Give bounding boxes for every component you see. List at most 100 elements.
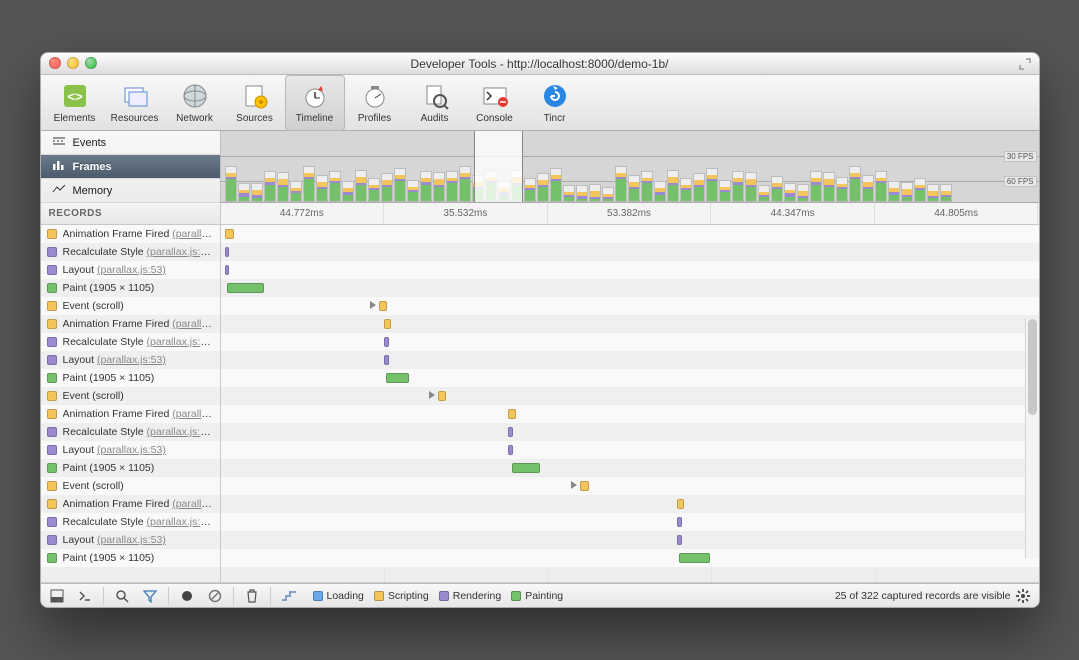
- toolbar-resources-button[interactable]: Resources: [105, 75, 165, 131]
- record-bar[interactable]: [677, 499, 684, 509]
- sidetab-memory[interactable]: Memory: [41, 179, 220, 203]
- clear-button[interactable]: [205, 586, 225, 606]
- record-row[interactable]: Layout (parallax.js:53): [41, 441, 220, 459]
- record-bar[interactable]: [384, 355, 389, 365]
- scrollbar-thumb[interactable]: [1028, 319, 1037, 415]
- show-console-button[interactable]: [75, 586, 95, 606]
- record-name: Paint (1905 × 1105): [63, 552, 155, 564]
- dock-toggle-button[interactable]: [47, 586, 67, 606]
- record-bar[interactable]: [512, 463, 541, 473]
- record-category-swatch: [47, 463, 57, 473]
- record-row[interactable]: Animation Frame Fired (parallax…: [41, 315, 220, 333]
- record-bar[interactable]: [386, 373, 409, 383]
- zoom-icon[interactable]: [85, 57, 97, 69]
- overview-bar: [771, 176, 783, 202]
- legend-loading-label: Loading: [327, 590, 364, 602]
- overview-bar: [238, 183, 250, 202]
- record-row[interactable]: Recalculate Style (parallax.js:53): [41, 423, 220, 441]
- overview-selection[interactable]: [474, 131, 523, 202]
- record-bar[interactable]: [677, 535, 682, 545]
- record-gantt-row: [221, 261, 1039, 279]
- toolbar-profiles-button[interactable]: Profiles: [345, 75, 405, 131]
- record-bar[interactable]: [580, 481, 588, 491]
- fullscreen-icon[interactable]: [1019, 58, 1031, 70]
- resources-icon: [120, 81, 150, 111]
- sidetab-events[interactable]: Events: [41, 131, 220, 155]
- vertical-scrollbar[interactable]: [1025, 319, 1039, 558]
- record-row[interactable]: Layout (parallax.js:53): [41, 261, 220, 279]
- toolbar-console-button[interactable]: Console: [465, 75, 525, 131]
- toolbar-timeline-button[interactable]: Timeline: [285, 75, 345, 131]
- record-bar[interactable]: [508, 427, 513, 437]
- record-bar[interactable]: [677, 517, 682, 527]
- overview-bar: [693, 173, 705, 202]
- garbage-collect-button[interactable]: [242, 586, 262, 606]
- record-name: Layout (parallax.js:53): [63, 534, 166, 546]
- record-row[interactable]: Recalculate Style (parallax.js:53): [41, 333, 220, 351]
- record-gantt-row: [221, 369, 1039, 387]
- toolbar-elements-button[interactable]: <>Elements: [45, 75, 105, 131]
- overview-bar: [524, 178, 536, 202]
- record-bar[interactable]: [508, 445, 513, 455]
- record-name: Event (scroll): [63, 480, 124, 492]
- toolbar-tincr-button[interactable]: Tincr: [525, 75, 585, 131]
- record-name: Paint (1905 × 1105): [63, 462, 155, 474]
- record-row[interactable]: Animation Frame Fired (parallax…: [41, 225, 220, 243]
- toolbar-sources-button[interactable]: Sources: [225, 75, 285, 131]
- record-name: Recalculate Style (parallax.js:53): [63, 426, 214, 438]
- record-row[interactable]: Paint (1905 × 1105): [41, 279, 220, 297]
- overview-bar: [862, 175, 874, 202]
- disclosure-icon[interactable]: [368, 300, 378, 310]
- record-row[interactable]: Layout (parallax.js:53): [41, 531, 220, 549]
- record-row[interactable]: Paint (1905 × 1105): [41, 369, 220, 387]
- record-row[interactable]: Event (scroll): [41, 297, 220, 315]
- overview-bar: [680, 178, 692, 202]
- traffic-lights: [49, 57, 97, 69]
- record-gantt-row: [221, 297, 1039, 315]
- disclosure-icon[interactable]: [569, 480, 579, 490]
- record-row[interactable]: Event (scroll): [41, 477, 220, 495]
- toolbar-audits-button[interactable]: Audits: [405, 75, 465, 131]
- search-icon[interactable]: [112, 586, 132, 606]
- overview-bar: [901, 182, 913, 202]
- record-bar[interactable]: [384, 337, 389, 347]
- record-bar[interactable]: [227, 283, 264, 293]
- record-bar[interactable]: [508, 409, 515, 419]
- audits-icon: [420, 81, 450, 111]
- record-row[interactable]: Animation Frame Fired (parallax…: [41, 405, 220, 423]
- minimize-icon[interactable]: [67, 57, 79, 69]
- record-row[interactable]: Layout (parallax.js:53): [41, 351, 220, 369]
- overview-bar: [264, 171, 276, 202]
- time-column: 44.772ms: [221, 203, 385, 224]
- sidetab-frames[interactable]: Frames: [41, 155, 220, 179]
- record-row[interactable]: Paint (1905 × 1105): [41, 549, 220, 567]
- gear-icon[interactable]: [1013, 586, 1033, 606]
- record-bar[interactable]: [438, 391, 446, 401]
- overview-canvas[interactable]: 30 FPS 60 FPS: [221, 131, 1039, 202]
- close-icon[interactable]: [49, 57, 61, 69]
- record-bar[interactable]: [379, 301, 387, 311]
- records-list[interactable]: Animation Frame Fired (parallax…Recalcul…: [41, 225, 221, 582]
- console-icon: [480, 81, 510, 111]
- record-row[interactable]: Animation Frame Fired (parallax…: [41, 495, 220, 513]
- glue-button[interactable]: [279, 586, 299, 606]
- disclosure-icon[interactable]: [427, 390, 437, 400]
- record-name: Layout (parallax.js:53): [63, 444, 166, 456]
- record-bar[interactable]: [225, 265, 230, 275]
- record-row[interactable]: Paint (1905 × 1105): [41, 459, 220, 477]
- record-bar[interactable]: [679, 553, 710, 563]
- record-bar[interactable]: [384, 319, 391, 329]
- record-bar[interactable]: [225, 229, 235, 239]
- toolbar-network-button[interactable]: Network: [165, 75, 225, 131]
- record-row[interactable]: Event (scroll): [41, 387, 220, 405]
- overview-bar: [940, 184, 952, 202]
- time-column: 44.805ms: [875, 203, 1039, 224]
- record-row[interactable]: Recalculate Style (parallax.js:53): [41, 243, 220, 261]
- legend-scripting-label: Scripting: [388, 590, 429, 602]
- record-button[interactable]: [177, 586, 197, 606]
- record-bar[interactable]: [225, 247, 230, 257]
- filter-icon[interactable]: [140, 586, 160, 606]
- records-gantt[interactable]: [221, 225, 1039, 582]
- record-row[interactable]: Recalculate Style (parallax.js:53): [41, 513, 220, 531]
- timeline-icon: [300, 81, 330, 111]
